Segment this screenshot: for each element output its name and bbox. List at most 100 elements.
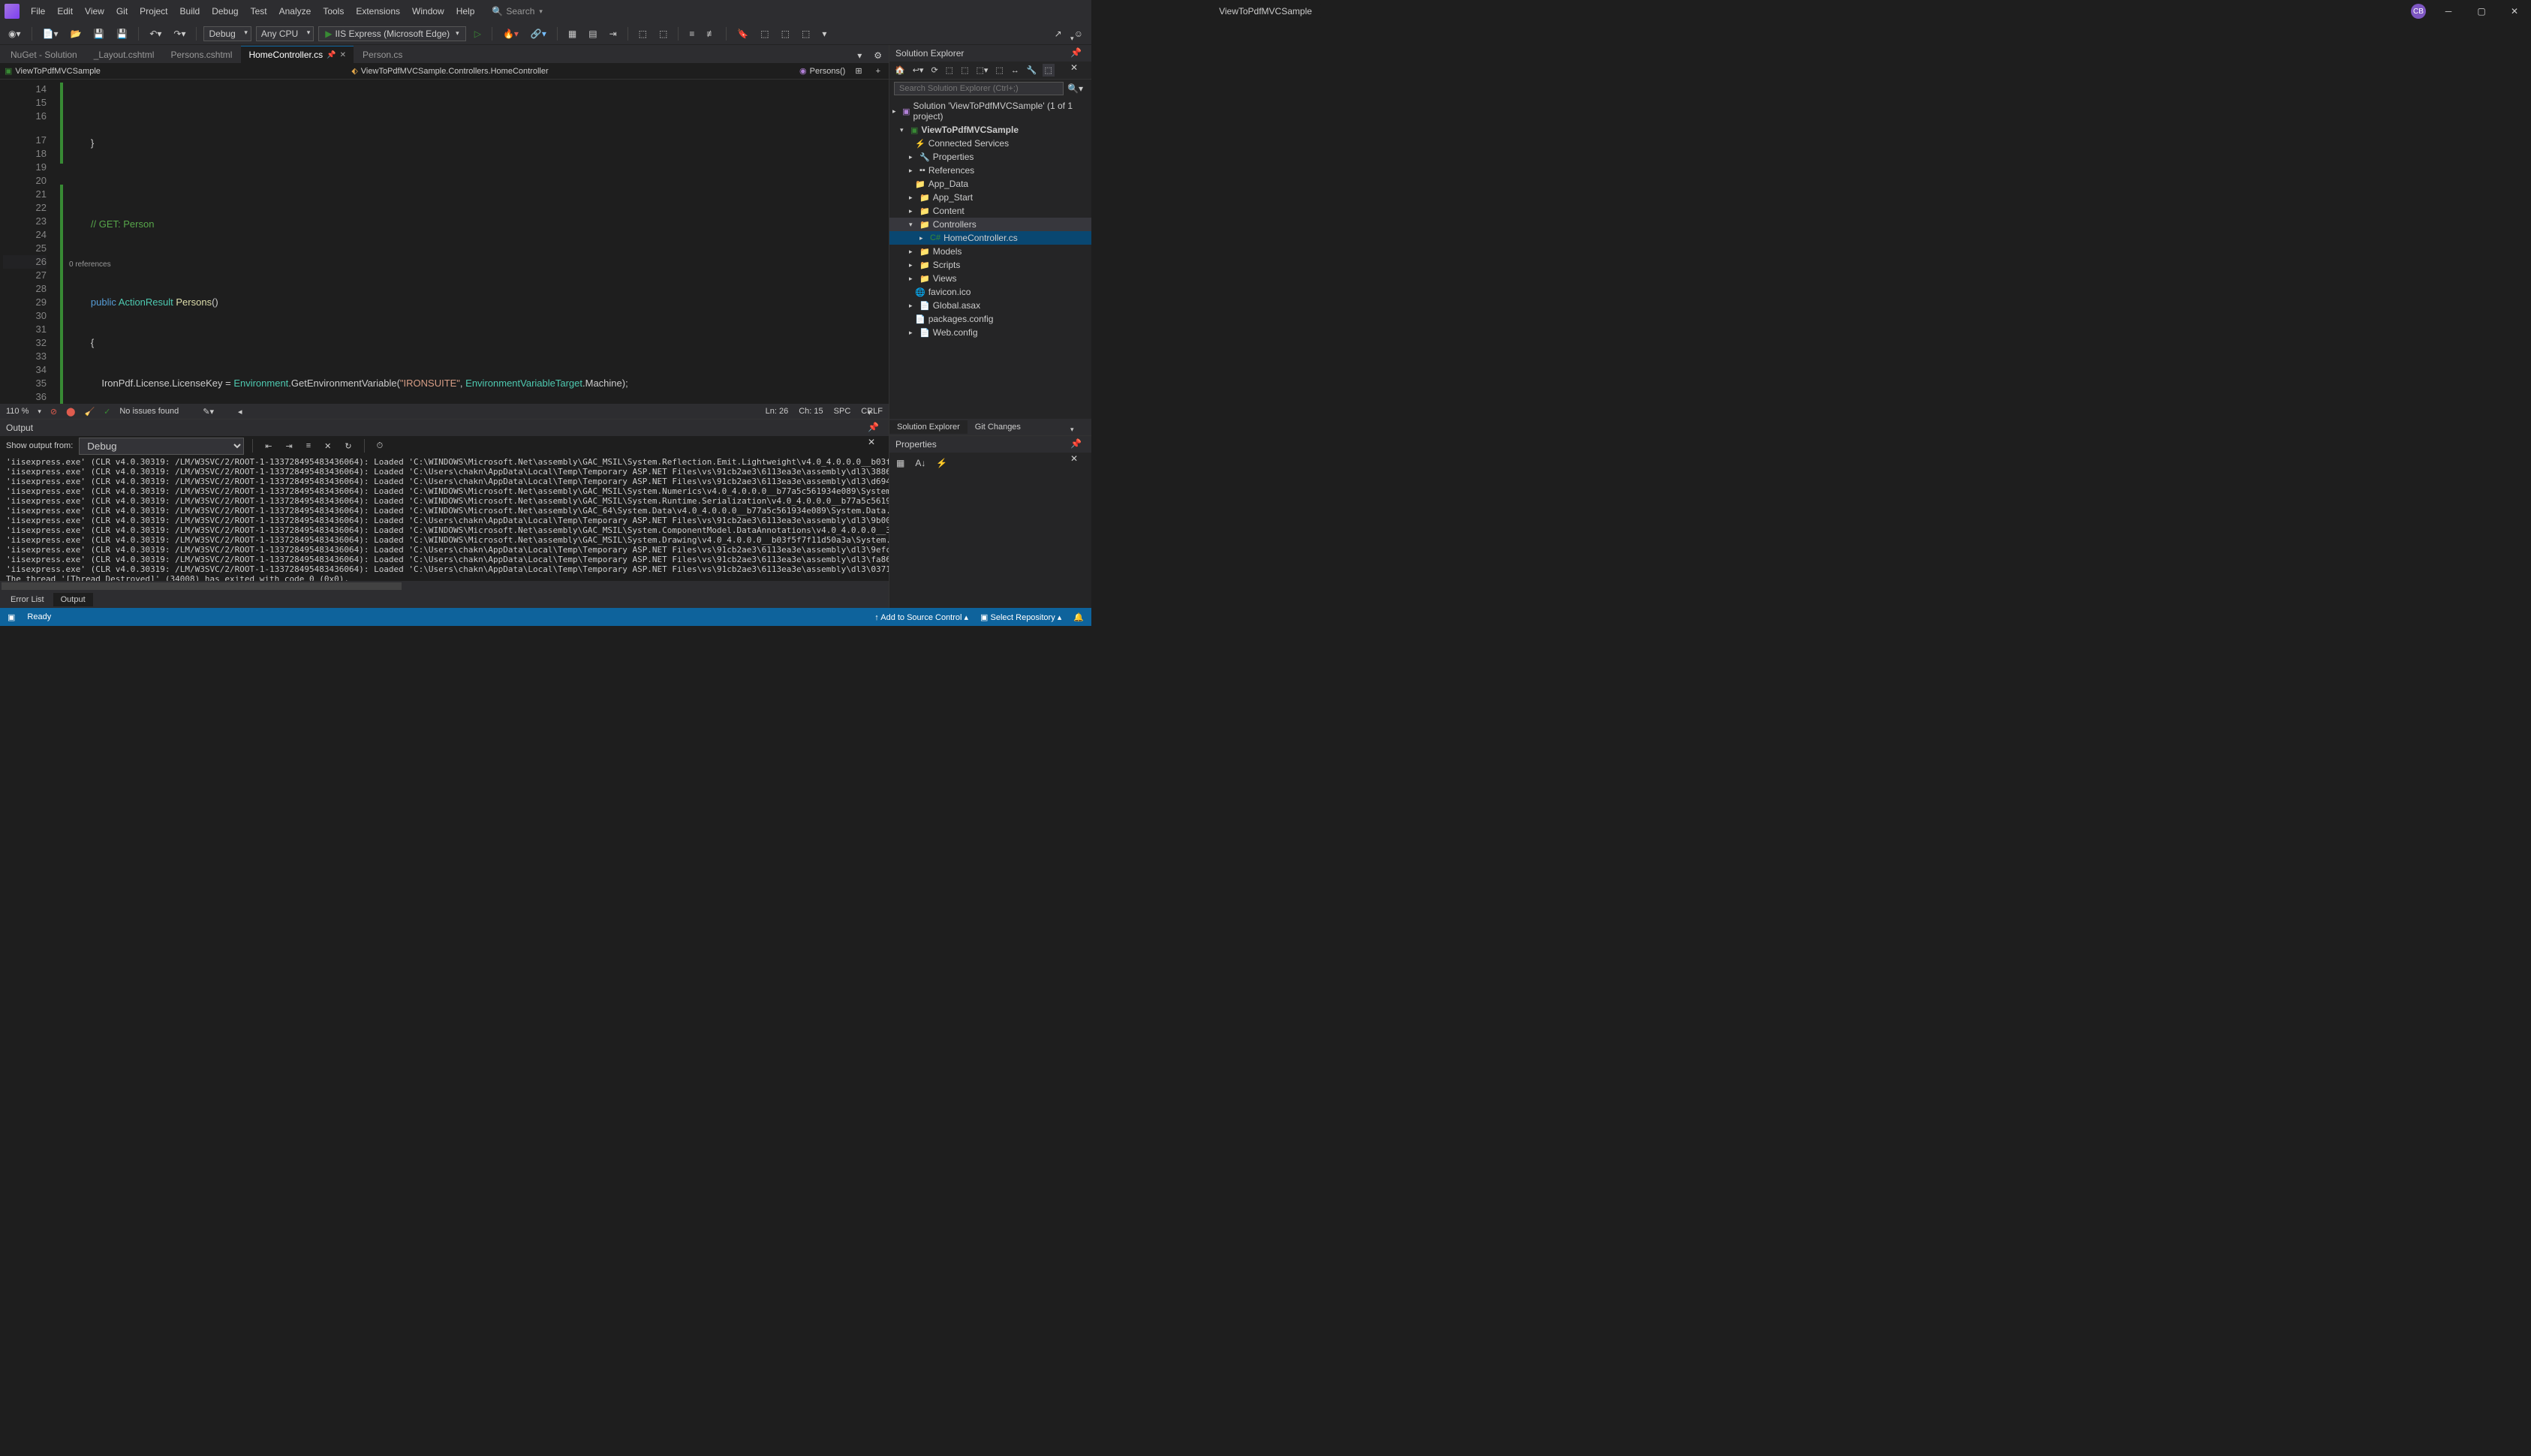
uncomment-button[interactable]: ≢ (703, 26, 719, 41)
se-sync-icon[interactable]: ⟳ (928, 64, 940, 77)
out-btn-3[interactable]: ≡ (302, 439, 314, 453)
out-btn-1[interactable]: ⇤ (261, 439, 275, 453)
menu-file[interactable]: File (26, 3, 50, 20)
tree-scripts[interactable]: ▸📁Scripts (889, 258, 1091, 272)
tab-person-cs[interactable]: Person.cs (355, 47, 410, 63)
code-content[interactable]: } // GET: Person 0 references public Act… (60, 80, 880, 404)
close-icon[interactable]: ✕ (1067, 451, 1085, 466)
select-repository[interactable]: ▣ Select Repository ▴ (980, 612, 1061, 622)
menu-edit[interactable]: Edit (52, 3, 78, 20)
tree-appstart[interactable]: ▸📁App_Start (889, 191, 1091, 204)
codelens[interactable]: 0 references (60, 258, 880, 269)
char-pos[interactable]: Ch: 15 (799, 407, 823, 416)
tree-models[interactable]: ▸📁Models (889, 245, 1091, 258)
platform-dropdown[interactable]: Any CPU (256, 26, 314, 41)
menu-window[interactable]: Window (407, 3, 450, 20)
tree-references[interactable]: ▸▪▪References (889, 164, 1091, 177)
tabs-overflow-button[interactable]: ▾ (853, 48, 865, 63)
pane-dropdown-icon[interactable]: ▾ (864, 407, 883, 420)
pin-icon[interactable]: 📌 (327, 51, 336, 59)
se-btn[interactable]: ⬚ (993, 64, 1005, 77)
menu-view[interactable]: View (80, 3, 110, 20)
out-btn-4[interactable]: ✕ (321, 439, 335, 453)
tb-4[interactable]: ⬚ (635, 26, 651, 41)
se-btn[interactable]: ⬚ (959, 64, 971, 77)
notifications-icon[interactable]: 🔔 (1073, 612, 1084, 622)
cleanup-icon[interactable]: 🧹 (84, 407, 95, 417)
menu-test[interactable]: Test (245, 3, 272, 20)
config-dropdown[interactable]: Debug (203, 26, 251, 41)
live-share-button[interactable]: ↗ (1051, 26, 1066, 41)
menu-git[interactable]: Git (111, 3, 133, 20)
hot-reload-button[interactable]: 🔥▾ (499, 26, 522, 41)
open-button[interactable]: 📂 (66, 26, 85, 41)
add-button[interactable]: + (872, 65, 884, 78)
pin-icon[interactable]: 📌 (1067, 45, 1085, 60)
props-cat-icon[interactable]: ▦ (892, 456, 908, 471)
props-az-icon[interactable]: A↓ (911, 456, 929, 471)
se-dropdown-icon[interactable]: ▾ (1067, 32, 1085, 45)
tb-3[interactable]: ⇥ (606, 26, 621, 41)
menu-build[interactable]: Build (175, 3, 206, 20)
se-tab-explorer[interactable]: Solution Explorer (889, 420, 968, 434)
tab-nuget[interactable]: NuGet - Solution (3, 47, 85, 63)
menu-help[interactable]: Help (451, 3, 480, 20)
tab-persons-cshtml[interactable]: Persons.cshtml (163, 47, 239, 63)
tree-properties[interactable]: ▸🔧Properties (889, 150, 1091, 164)
props-dropdown-icon[interactable]: ▾ (1067, 423, 1085, 436)
tb-6[interactable]: ⬚ (757, 26, 772, 41)
save-all-button[interactable]: 💾 (113, 26, 131, 41)
tree-connected-services[interactable]: ⚡Connected Services (889, 137, 1091, 150)
tb-2[interactable]: ▤ (585, 26, 600, 41)
tree-views[interactable]: ▸📁Views (889, 272, 1091, 285)
menu-analyze[interactable]: Analyze (274, 3, 317, 20)
se-search-input[interactable] (894, 82, 1064, 95)
tree-webconfig[interactable]: ▸📄Web.config (889, 326, 1091, 339)
se-btn[interactable]: ↔ (1009, 65, 1022, 77)
se-btn[interactable]: ⬚▾ (974, 64, 990, 77)
se-back-icon[interactable]: ↩▾ (910, 64, 926, 77)
tab-homecontroller[interactable]: HomeController.cs📌✕ (241, 46, 354, 63)
user-avatar[interactable]: CB (2411, 4, 2426, 19)
bc-class[interactable]: ⬖ViewToPdfMVCSample.Controllers.HomeCont… (351, 66, 548, 76)
close-icon[interactable]: ✕ (2504, 4, 2525, 19)
search-icon[interactable]: 🔍▾ (1064, 81, 1087, 96)
tb-7[interactable]: ⬚ (778, 26, 793, 41)
tree-global[interactable]: ▸📄Global.asax (889, 299, 1091, 312)
search-box[interactable]: 🔍 Search ▾ (492, 6, 543, 17)
out-btn-2[interactable]: ⇥ (282, 439, 296, 453)
bookmark-button[interactable]: 🔖 (733, 26, 752, 41)
out-btn-6[interactable]: ⏱ (373, 439, 387, 453)
tb-9[interactable]: ▾ (818, 26, 830, 41)
se-btn[interactable]: ⬚ (943, 64, 956, 77)
tree-content[interactable]: ▸📁Content (889, 204, 1091, 218)
se-btn[interactable]: ⬚ (1043, 64, 1055, 77)
zoom-level[interactable]: 110 % (6, 407, 29, 416)
tb-1[interactable]: ▦ (564, 26, 580, 41)
minimize-icon[interactable]: ─ (2438, 4, 2459, 19)
tree-solution[interactable]: ▸▣Solution 'ViewToPdfMVCSample' (1 of 1 … (889, 99, 1091, 123)
browser-link-button[interactable]: 🔗▾ (527, 26, 550, 41)
se-tab-git[interactable]: Git Changes (968, 420, 1028, 434)
error-icon[interactable]: ⊘ (50, 407, 57, 417)
new-button[interactable]: 📄▾ (39, 26, 62, 41)
undo-button[interactable]: ↶▾ (146, 26, 165, 41)
props-events-icon[interactable]: ⚡ (932, 456, 951, 471)
solution-tree[interactable]: ▸▣Solution 'ViewToPdfMVCSample' (1 of 1 … (889, 98, 1091, 419)
split-button[interactable]: ⊞ (851, 64, 865, 78)
save-button[interactable]: 💾 (89, 26, 108, 41)
nav-back-button[interactable]: ◉▾ (5, 26, 25, 41)
brush-icon[interactable]: ✎▾ (203, 407, 214, 417)
comment-button[interactable]: ≡ (685, 26, 698, 41)
menu-debug[interactable]: Debug (206, 3, 243, 20)
pin-icon[interactable]: 📌 (864, 420, 883, 435)
tree-homecontroller[interactable]: ▸C#HomeController.cs (889, 231, 1091, 245)
pin-icon[interactable]: 📌 (1067, 436, 1085, 451)
add-source-control[interactable]: ↑ Add to Source Control ▴ (874, 612, 968, 622)
close-tab-icon[interactable]: ✕ (340, 51, 346, 59)
gear-icon[interactable]: ⚙ (870, 48, 886, 63)
tab-layout[interactable]: _Layout.cshtml (86, 47, 162, 63)
tab-output[interactable]: Output (53, 593, 93, 606)
start-without-debug-button[interactable]: ▷ (471, 26, 485, 41)
se-wrench-icon[interactable]: 🔧 (1025, 64, 1040, 77)
